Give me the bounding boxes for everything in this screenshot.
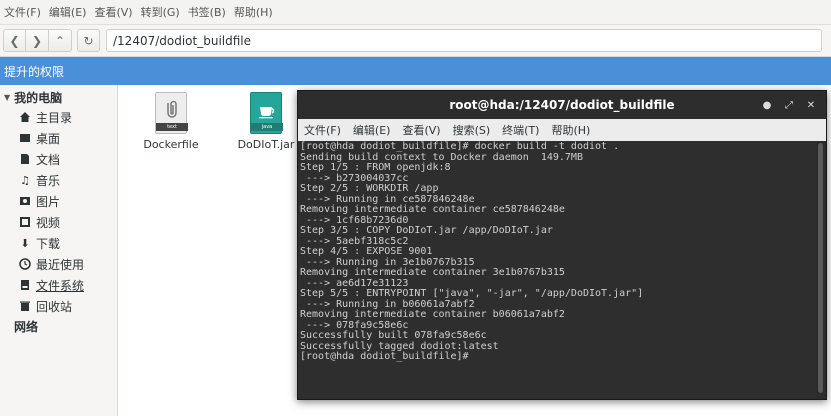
file-name: DoDIoT.jar xyxy=(237,138,295,151)
terminal-window: root@hda:/12407/dodiot_buildfile ● ⤢ ✕ 文… xyxy=(297,90,827,400)
back-button[interactable]: ❮ xyxy=(3,29,26,52)
menu-view[interactable]: 查看(V) xyxy=(94,4,132,20)
sidebar-item-desktop[interactable]: 桌面 xyxy=(18,129,60,147)
sidebar-item-recent[interactable]: 最近使用 xyxy=(18,255,84,273)
location-path: /12407/dodiot_buildfile xyxy=(113,33,251,48)
menu-file[interactable]: 文件(F) xyxy=(4,4,41,20)
trash-icon xyxy=(18,299,32,313)
reload-button[interactable]: ↻ xyxy=(77,29,100,52)
terminal-menu-search[interactable]: 搜索(S) xyxy=(453,122,491,138)
file-type-tag: text xyxy=(156,123,188,131)
sidebar: ▼ 我的电脑 主目录 桌面 文档 ♫ 音乐 图片 视频 ⬇ 下载 最近使用 文件… xyxy=(0,85,118,416)
sidebar-item-filesystem[interactable]: 文件系统 xyxy=(18,276,84,294)
forward-button[interactable]: ❯ xyxy=(26,29,49,52)
terminal-line: Removing intermediate container 3e1b0767… xyxy=(300,267,565,278)
terminal-scrollbar[interactable] xyxy=(816,141,825,399)
infobar-text: 提升的权限 xyxy=(4,64,65,79)
java-file-icon: java xyxy=(250,92,283,134)
chevron-up-icon: ⌃ xyxy=(54,33,66,48)
sidebar-item-label: 桌面 xyxy=(36,131,61,146)
sidebar-item-label: 图片 xyxy=(36,194,61,209)
sidebar-section-label: 我的电脑 xyxy=(14,91,63,105)
terminal-menu-terminal[interactable]: 终端(T) xyxy=(502,122,539,138)
documents-icon xyxy=(18,152,32,166)
terminal-line: Step 4/5 : EXPOSE 9001 xyxy=(300,246,433,257)
sidebar-item-home[interactable]: 主目录 xyxy=(18,108,72,126)
sidebar-item-label: 文档 xyxy=(36,152,61,167)
minimize-icon[interactable]: ● xyxy=(758,97,776,113)
terminal-output[interactable]: [root@hda dodiot_buildfile]# docker buil… xyxy=(298,141,816,399)
file-name: Dockerfile xyxy=(143,138,199,151)
pictures-icon xyxy=(18,194,32,208)
download-icon: ⬇ xyxy=(20,236,30,250)
music-icon: ♫ xyxy=(20,173,30,187)
sidebar-item-label: 视频 xyxy=(36,215,61,230)
maximize-icon[interactable]: ⤢ xyxy=(780,97,798,113)
terminal-line: Removing intermediate container b06061a7… xyxy=(300,309,565,320)
terminal-line: [root@hda dodiot_buildfile]# docker buil… xyxy=(300,141,620,152)
location-input[interactable]: /12407/dodiot_buildfile xyxy=(106,29,822,52)
terminal-menu-help[interactable]: 帮助(H) xyxy=(551,122,590,138)
file-item-dockerfile[interactable]: text Dockerfile xyxy=(136,92,206,151)
sidebar-item-label: 回收站 xyxy=(36,299,73,314)
sidebar-item-music[interactable]: ♫ 音乐 xyxy=(18,171,60,189)
menu-help[interactable]: 帮助(H) xyxy=(234,4,273,20)
file-type-tag: java xyxy=(251,123,283,131)
sidebar-item-label: 主目录 xyxy=(36,110,73,125)
terminal-menu-file[interactable]: 文件(F) xyxy=(304,122,341,138)
sidebar-item-label: 文件系统 xyxy=(36,278,85,293)
terminal-menu-view[interactable]: 查看(V) xyxy=(402,122,440,138)
chevron-right-icon: ❯ xyxy=(31,33,43,48)
menu-edit[interactable]: 编辑(E) xyxy=(49,4,87,20)
text-file-icon: text xyxy=(155,92,188,134)
sidebar-item-documents[interactable]: 文档 xyxy=(18,150,60,168)
close-icon[interactable]: ✕ xyxy=(802,97,820,113)
up-button[interactable]: ⌃ xyxy=(49,29,72,52)
chevron-left-icon: ❮ xyxy=(9,33,20,48)
terminal-menu-edit[interactable]: 编辑(E) xyxy=(353,122,391,138)
home-icon xyxy=(18,110,32,124)
sidebar-section-network[interactable]: 网络 xyxy=(14,318,38,335)
sidebar-item-label: 音乐 xyxy=(36,173,61,188)
window-controls: ● ⤢ ✕ xyxy=(754,97,820,113)
triangle-down-icon: ▼ xyxy=(4,93,11,102)
file-manager-menubar: 文件(F) 编辑(E) 查看(V) 转到(G) 书签(B) 帮助(H) xyxy=(0,0,831,25)
menu-go[interactable]: 转到(G) xyxy=(141,4,180,20)
scrollbar-thumb[interactable] xyxy=(818,143,823,393)
sidebar-item-trash[interactable]: 回收站 xyxy=(18,297,72,315)
terminal-line: Step 5/5 : ENTRYPOINT ["java", "-jar", "… xyxy=(300,288,644,299)
terminal-line: Step 2/5 : WORKDIR /app xyxy=(300,183,439,194)
terminal-menubar: 文件(F) 编辑(E) 查看(V) 搜索(S) 终端(T) 帮助(H) xyxy=(298,119,826,141)
terminal-prompt: [root@hda dodiot_buildfile]# xyxy=(300,351,469,362)
terminal-line: Removing intermediate container ce587846… xyxy=(300,204,565,215)
terminal-line: Step 1/5 : FROM openjdk:8 xyxy=(300,162,451,173)
elevated-privileges-bar: 提升的权限 xyxy=(0,57,831,85)
recent-icon xyxy=(18,257,32,271)
sidebar-item-downloads[interactable]: ⬇ 下载 xyxy=(18,234,60,252)
sidebar-item-videos[interactable]: 视频 xyxy=(18,213,60,231)
sidebar-section-my-computer[interactable]: ▼ 我的电脑 xyxy=(4,89,62,106)
reload-icon: ↻ xyxy=(83,33,94,48)
sidebar-item-pictures[interactable]: 图片 xyxy=(18,192,60,210)
sidebar-item-label: 下载 xyxy=(36,236,61,251)
terminal-line: Successfully built 078fa9c58e6c xyxy=(300,330,487,341)
terminal-title: root@hda:/12407/dodiot_buildfile xyxy=(449,98,675,112)
videos-icon xyxy=(18,215,32,229)
file-item-dodiot-jar[interactable]: java DoDIoT.jar xyxy=(231,92,301,151)
sidebar-section-label: 网络 xyxy=(14,320,39,334)
desktop-icon xyxy=(18,131,32,145)
terminal-line: Step 3/5 : COPY DoDIoT.jar /app/DoDIoT.j… xyxy=(300,225,553,236)
menu-bookmarks[interactable]: 书签(B) xyxy=(188,4,226,20)
sidebar-item-label: 最近使用 xyxy=(36,257,85,272)
location-toolbar: ❮ ❯ ⌃ ↻ /12407/dodiot_buildfile xyxy=(0,25,831,57)
filesystem-icon xyxy=(18,278,32,292)
terminal-titlebar[interactable]: root@hda:/12407/dodiot_buildfile ● ⤢ ✕ xyxy=(298,91,826,119)
